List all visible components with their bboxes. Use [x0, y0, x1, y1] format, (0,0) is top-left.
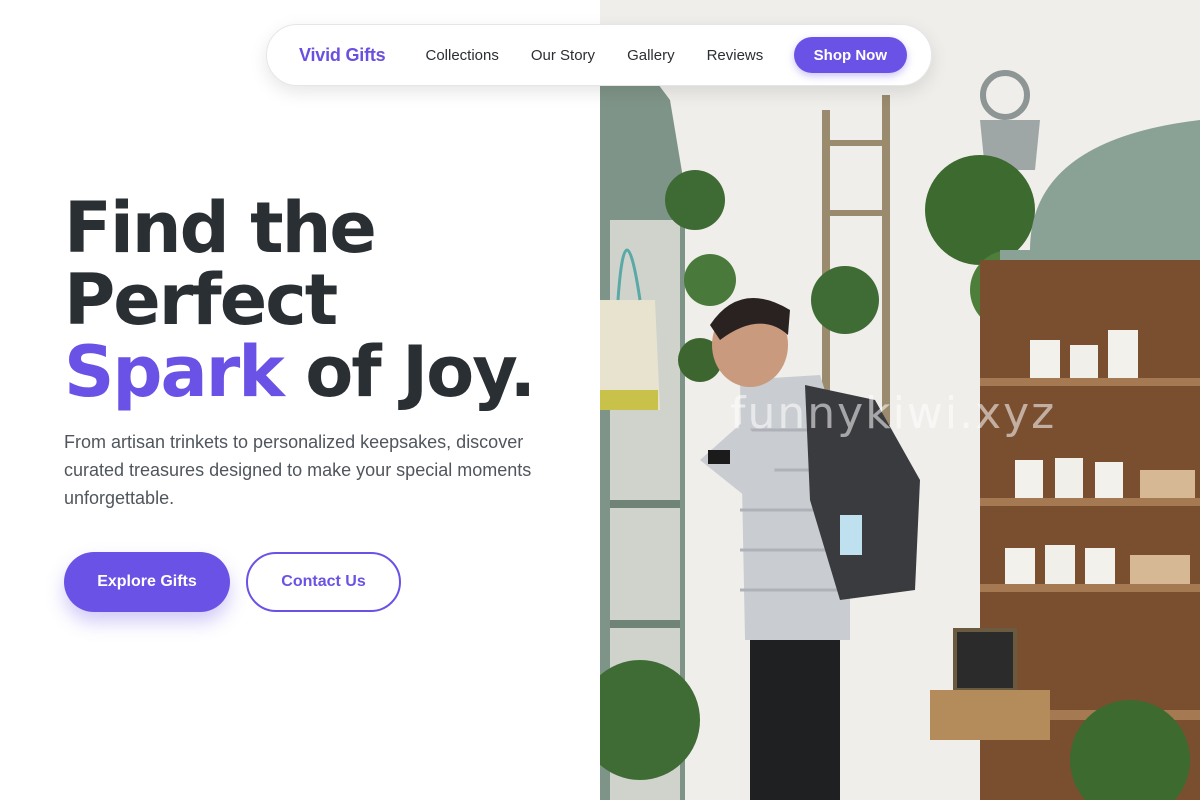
- photo-watermark: funnykiwi.xyz: [730, 388, 1057, 439]
- contact-us-button[interactable]: Contact Us: [246, 552, 401, 612]
- headline-accent-word: Spark: [64, 331, 285, 413]
- explore-gifts-button[interactable]: Explore Gifts: [64, 552, 230, 612]
- headline-rest: of Joy.: [305, 331, 536, 413]
- top-navigation: Vivid Gifts Collections Our Story Galler…: [266, 24, 932, 86]
- hero-subtext: From artisan trinkets to personalized ke…: [64, 432, 532, 508]
- shop-now-button[interactable]: Shop Now: [793, 37, 907, 73]
- headline-line-3: Spark of Joy.: [64, 336, 536, 408]
- nav-link-collections[interactable]: Collections: [426, 47, 499, 64]
- nav-link-gallery[interactable]: Gallery: [627, 47, 675, 64]
- hero-headline: Find the Perfect Spark of Joy.: [64, 187, 536, 408]
- nav-link-reviews[interactable]: Reviews: [707, 47, 764, 64]
- hero-photo: funnykiwi.xyz: [600, 0, 1200, 800]
- headline-line-1: Find the: [64, 187, 377, 269]
- nav-link-our-story[interactable]: Our Story: [531, 47, 595, 64]
- headline-line-2: Perfect: [64, 259, 338, 341]
- brand-logo[interactable]: Vivid Gifts: [299, 45, 386, 66]
